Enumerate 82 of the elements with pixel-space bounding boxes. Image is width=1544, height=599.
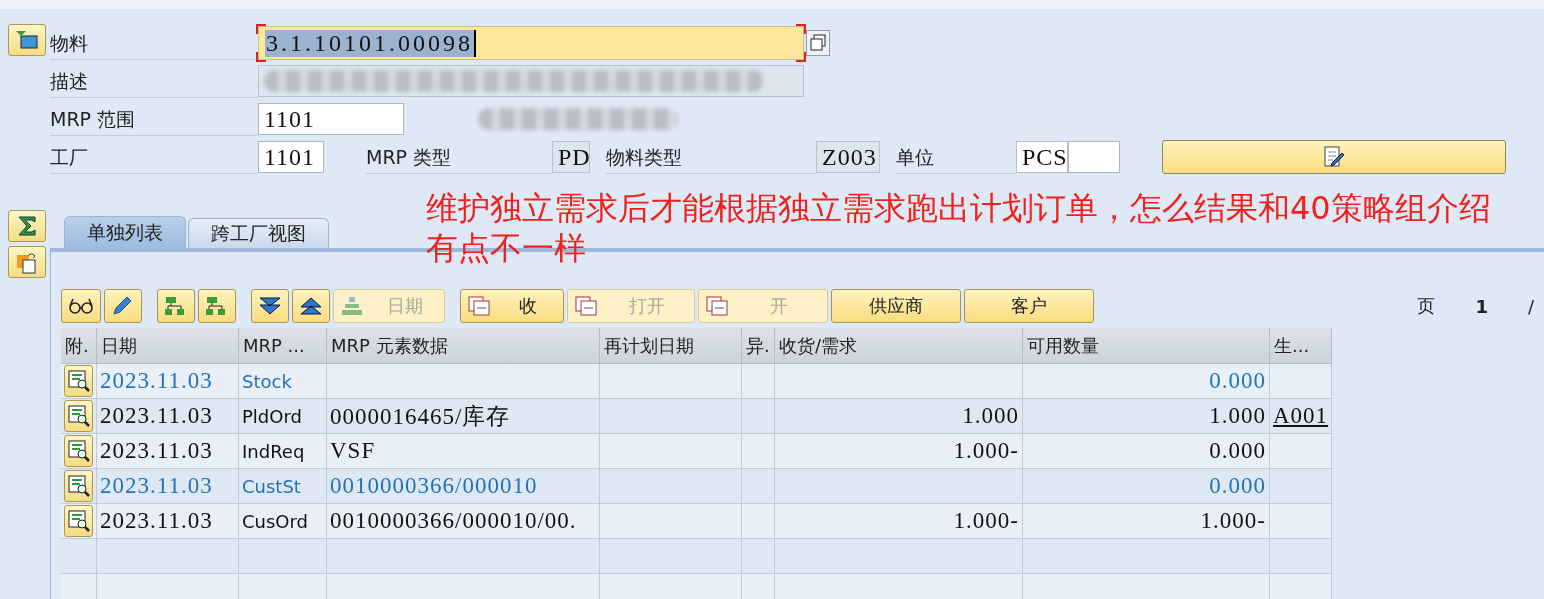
column-header[interactable]: MRP 元素数据 [327, 328, 600, 364]
table-cell: 1.000- [1023, 504, 1270, 539]
table-cell: 2023.11.03 [97, 504, 239, 539]
toolbar-button[interactable]: 客户 [964, 289, 1094, 323]
magnifier-screen-icon [66, 404, 91, 428]
page-number: 1 [1475, 295, 1488, 317]
annotation-text: 维护独立需求后才能根据独立需求跑出计划订单，怎么结果和40策略组介绍有点不一样 [426, 188, 1492, 268]
table-cell: 0010000366/000010/00. [327, 504, 600, 539]
table-cell: 1.000 [775, 399, 1023, 434]
sigma-icon [16, 215, 38, 237]
material-type-field: Z003 [816, 141, 880, 173]
toolbar-icon-button[interactable] [292, 289, 330, 323]
column-header[interactable]: 日期 [97, 328, 239, 364]
magnifier-screen-icon [66, 369, 91, 393]
column-header[interactable]: 异. [742, 328, 775, 364]
page-label: 页 [1417, 294, 1436, 318]
table-cell [1270, 504, 1332, 539]
table-cell [742, 539, 775, 574]
table-cell: 0.000 [1023, 434, 1270, 469]
edit-button[interactable] [1162, 140, 1506, 174]
hierarchy-up-icon [164, 295, 186, 317]
table-cell: CustSt [239, 469, 327, 504]
table-cell: CusOrd [239, 504, 327, 539]
table-cell: 0010000366/000010 [327, 469, 600, 504]
magnifier-screen-icon [66, 439, 91, 463]
edit-document-icon [1322, 145, 1346, 169]
table-cell: IndReq [239, 434, 327, 469]
toolbar-button[interactable]: 收 [460, 289, 564, 323]
table-cell: 2023.11.03 [97, 434, 239, 469]
stack-icon [340, 295, 364, 317]
material-input-field[interactable]: 3.1.10101.00098 [258, 26, 804, 60]
column-header[interactable]: MRP ... [239, 328, 327, 364]
table-cell: 2023.11.03 [97, 469, 239, 504]
tab[interactable]: 单独列表 [64, 216, 186, 248]
magnifier-screen-icon [66, 509, 91, 533]
table-cell: 2023.11.03 [97, 399, 239, 434]
table-cell [1270, 539, 1332, 574]
mrp-type-field: PD [552, 141, 590, 173]
unit-field: PCS [1016, 141, 1068, 173]
table-cell: VSF [327, 434, 600, 469]
double-chevron-up-icon [299, 296, 323, 316]
column-header[interactable]: 附. [61, 328, 97, 364]
table-cell: 0000016465/库存 [327, 399, 600, 434]
glasses-icon [68, 297, 94, 315]
table-cell: Stock [239, 364, 327, 399]
export-button[interactable] [8, 246, 46, 278]
sum-button[interactable] [8, 210, 46, 242]
page-separator: / [1527, 295, 1534, 317]
header-toggle-button[interactable] [8, 24, 46, 56]
window-icon [15, 30, 39, 50]
table-cell [742, 399, 775, 434]
column-header[interactable]: 生... [1270, 328, 1332, 364]
column-header[interactable]: 收货/需求 [775, 328, 1023, 364]
toolbar-icon-button[interactable] [61, 289, 101, 323]
magnifier-screen-icon [66, 474, 91, 498]
double-chevron-down-icon [258, 296, 282, 316]
column-header[interactable]: 再计划日期 [600, 328, 742, 364]
toolbar-button[interactable]: 供应商 [831, 289, 961, 323]
table-cell [742, 434, 775, 469]
toolbar-icon-button[interactable] [251, 289, 289, 323]
column-header[interactable]: 可用数量 [1023, 328, 1270, 364]
table-cell: PldOrd [239, 399, 327, 434]
table-link[interactable]: A001 [1273, 403, 1329, 429]
table-cell: 2023.11.03 [97, 364, 239, 399]
table-cell [1270, 469, 1332, 504]
toolbar-icon-button[interactable] [104, 289, 142, 323]
table-cell: 1.000- [775, 504, 1023, 539]
table-cell: 0.000 [1023, 364, 1270, 399]
table-cell [742, 574, 775, 599]
copy-icon[interactable] [806, 30, 830, 56]
pencil-icon [111, 295, 133, 317]
mrp-area-field[interactable]: 1101 [258, 103, 404, 135]
table-cell [742, 469, 775, 504]
table-cell: 1.000 [1023, 399, 1270, 434]
table-cell: 0.000 [1023, 469, 1270, 504]
plant-field[interactable]: 1101 [258, 141, 324, 173]
document-arrow-icon [16, 250, 38, 274]
hierarchy-down-icon [205, 295, 227, 317]
tab[interactable]: 跨工厂视图 [188, 218, 329, 248]
table-cell [742, 364, 775, 399]
table-cell: 1.000- [775, 434, 1023, 469]
table-cell [742, 504, 775, 539]
